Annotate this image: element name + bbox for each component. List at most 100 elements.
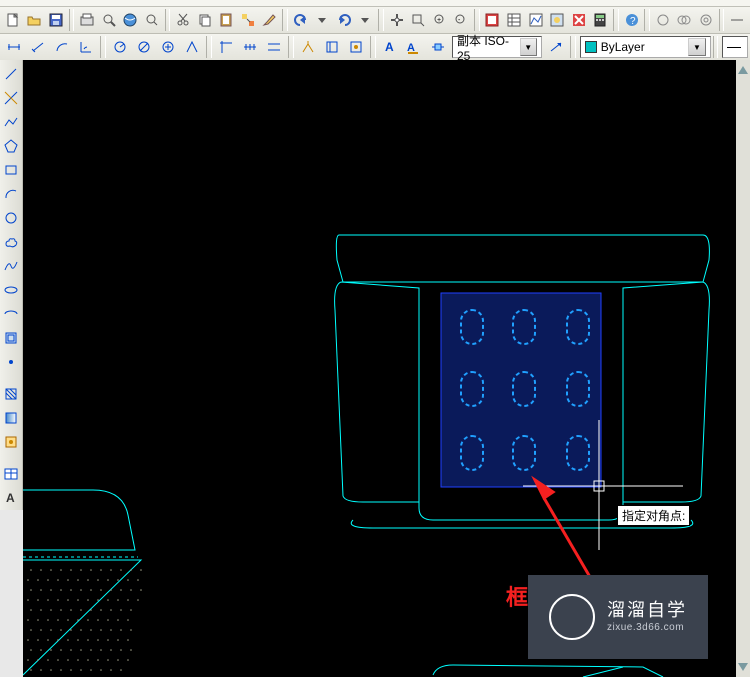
svg-text:A: A [6, 491, 15, 505]
dim-o3-icon [266, 39, 282, 55]
table-icon [3, 466, 19, 482]
find-button[interactable] [141, 8, 163, 32]
close-x-icon [571, 12, 587, 28]
arc-icon [3, 186, 19, 202]
calc-icon [592, 12, 608, 28]
dim-q-button[interactable] [296, 35, 320, 59]
lineweight-dropdown[interactable] [722, 36, 748, 58]
open-button[interactable] [24, 8, 46, 32]
dim-a-button[interactable] [180, 35, 204, 59]
dim-o1-icon [218, 39, 234, 55]
zoom-realtime-icon: + [432, 12, 448, 28]
dim-r-button[interactable] [108, 35, 132, 59]
dim-rcross-button[interactable] [156, 35, 180, 59]
copy-button[interactable] [194, 8, 216, 32]
rect-icon [3, 162, 19, 178]
zoom-window-button[interactable] [407, 8, 429, 32]
spline-button[interactable] [0, 255, 22, 277]
cloud-button[interactable] [0, 231, 22, 253]
command-tooltip: 指定对角点: [617, 505, 690, 526]
circle-button[interactable] [0, 207, 22, 229]
dim-align-button[interactable] [26, 35, 50, 59]
dim-o3-button[interactable] [262, 35, 286, 59]
line-icon [3, 66, 19, 82]
preview-button[interactable] [98, 8, 120, 32]
layer-color-dropdown[interactable]: ByLayer ▼ [580, 36, 711, 58]
dim-d-button[interactable] [132, 35, 156, 59]
help-button[interactable]: ? [621, 8, 643, 32]
mtext-icon: A [3, 490, 19, 506]
drawing-area[interactable]: 指定对角点: 框 溜溜自学 zixue.3d66.com [23, 60, 750, 677]
region-button[interactable] [0, 431, 22, 453]
circ1-icon [655, 12, 671, 28]
paste-button[interactable] [215, 8, 237, 32]
play-icon [549, 594, 595, 640]
dim-up-button[interactable] [544, 35, 568, 59]
zoom-prev-button[interactable]: - [451, 8, 473, 32]
xline-button[interactable] [0, 87, 22, 109]
zoom-realtime-button[interactable]: + [429, 8, 451, 32]
dimstyle-dropdown[interactable]: 副本 ISO-25 ▼ [452, 36, 542, 58]
ellipse-button[interactable] [0, 279, 22, 301]
brush-button[interactable] [259, 8, 281, 32]
design-button[interactable] [525, 8, 547, 32]
undo-button[interactable] [290, 8, 312, 32]
redo-arrow-button[interactable] [355, 8, 377, 32]
new-button[interactable] [2, 8, 24, 32]
poly-button[interactable] [0, 135, 22, 157]
text-au-button[interactable]: A [402, 35, 426, 59]
block-button[interactable] [0, 327, 22, 349]
line-button[interactable] [0, 63, 22, 85]
tool-button[interactable] [546, 8, 568, 32]
point-button[interactable] [0, 351, 22, 373]
sheet-button[interactable] [503, 8, 525, 32]
calc-button[interactable] [590, 8, 612, 32]
dash-button[interactable] [726, 8, 748, 32]
hatch-icon [3, 386, 19, 402]
rect-button[interactable] [0, 159, 22, 181]
draw-toolbar: A [0, 60, 23, 510]
undo-arrow-button[interactable] [311, 8, 333, 32]
save-button[interactable] [45, 8, 67, 32]
menubar-stub [0, 0, 750, 7]
brush-icon [261, 12, 277, 28]
redo-button[interactable] [333, 8, 355, 32]
match-button[interactable] [237, 8, 259, 32]
ellipse-arc-icon [3, 306, 19, 322]
dim-sq-button[interactable] [320, 35, 344, 59]
circ2-icon [676, 12, 692, 28]
close-x-button[interactable] [568, 8, 590, 32]
publish-button[interactable] [120, 8, 142, 32]
pline-button[interactable] [0, 111, 22, 133]
dim-arc-button[interactable] [50, 35, 74, 59]
text-a-button[interactable]: A [378, 35, 402, 59]
dim-lin-button[interactable] [2, 35, 26, 59]
dim-sq2-button[interactable] [344, 35, 368, 59]
hatch-button[interactable] [0, 383, 22, 405]
dim-sq2-icon [348, 39, 364, 55]
dim-ang-button[interactable] [74, 35, 98, 59]
circ3-button[interactable] [695, 8, 717, 32]
dim-o1-button[interactable] [214, 35, 238, 59]
dim-o2-button[interactable] [238, 35, 262, 59]
props-button[interactable] [482, 8, 504, 32]
new-icon [5, 12, 21, 28]
table-button[interactable] [0, 463, 22, 485]
ellipse-arc-button[interactable] [0, 303, 22, 325]
circle-icon [3, 210, 19, 226]
gradient-button[interactable] [0, 407, 22, 429]
dim-bar-button[interactable] [426, 35, 450, 59]
plot-button[interactable] [76, 8, 98, 32]
circ1-button[interactable] [652, 8, 674, 32]
dim-arc-icon [54, 39, 70, 55]
mtext-button[interactable]: A [0, 487, 22, 509]
chevron-down-icon: ▼ [688, 38, 706, 56]
cut-button[interactable] [172, 8, 194, 32]
dimstyle-value: 副本 ISO-25 [457, 32, 518, 63]
redo-arrow-icon [357, 12, 373, 28]
arc-button[interactable] [0, 183, 22, 205]
block-icon [3, 330, 19, 346]
open-icon [26, 12, 42, 28]
circ2-button[interactable] [674, 8, 696, 32]
pan-button[interactable] [386, 8, 408, 32]
